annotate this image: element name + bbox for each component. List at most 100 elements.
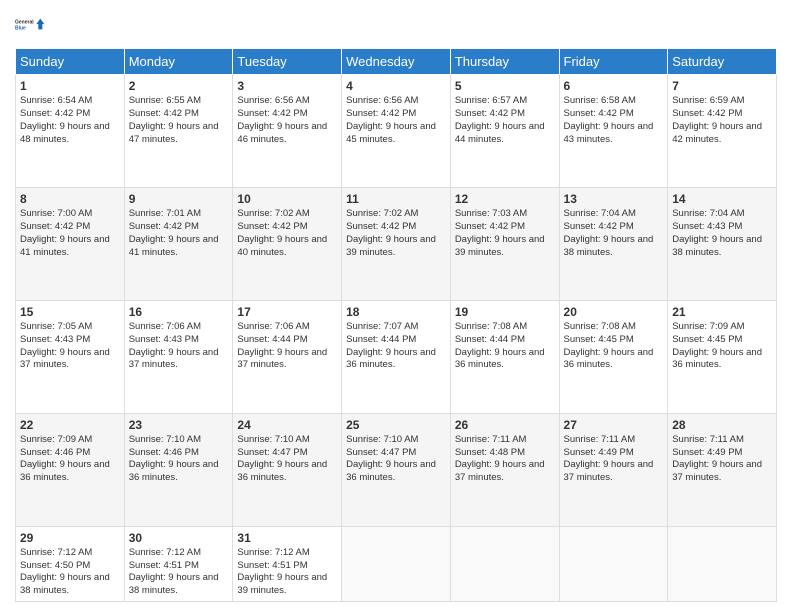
sunset-text: Sunset: 4:42 PM	[237, 108, 307, 119]
day-header-thursday: Thursday	[450, 49, 559, 75]
daylight-text: Daylight: 9 hours and 48 minutes.	[20, 121, 110, 145]
day-number: 30	[129, 530, 229, 546]
sunset-text: Sunset: 4:46 PM	[20, 447, 90, 458]
calendar-cell: 23Sunrise: 7:10 AMSunset: 4:46 PMDayligh…	[124, 413, 233, 526]
day-number: 27	[564, 417, 664, 433]
day-header-monday: Monday	[124, 49, 233, 75]
day-number: 25	[346, 417, 446, 433]
sunrise-text: Sunrise: 7:01 AM	[129, 208, 201, 219]
calendar-cell: 7Sunrise: 6:59 AMSunset: 4:42 PMDaylight…	[668, 75, 777, 188]
sunset-text: Sunset: 4:43 PM	[129, 334, 199, 345]
day-number: 11	[346, 191, 446, 207]
header-row: SundayMondayTuesdayWednesdayThursdayFrid…	[16, 49, 777, 75]
day-header-wednesday: Wednesday	[342, 49, 451, 75]
daylight-text: Daylight: 9 hours and 46 minutes.	[237, 121, 327, 145]
day-number: 23	[129, 417, 229, 433]
sunrise-text: Sunrise: 7:09 AM	[20, 434, 92, 445]
calendar-cell: 3Sunrise: 6:56 AMSunset: 4:42 PMDaylight…	[233, 75, 342, 188]
calendar-cell: 15Sunrise: 7:05 AMSunset: 4:43 PMDayligh…	[16, 300, 125, 413]
sunrise-text: Sunrise: 6:58 AM	[564, 95, 636, 106]
sunset-text: Sunset: 4:42 PM	[346, 108, 416, 119]
day-header-saturday: Saturday	[668, 49, 777, 75]
week-row-5: 29Sunrise: 7:12 AMSunset: 4:50 PMDayligh…	[16, 526, 777, 601]
daylight-text: Daylight: 9 hours and 39 minutes.	[455, 234, 545, 258]
week-row-1: 1Sunrise: 6:54 AM Sunset: 4:42 PM Daylight…	[16, 75, 777, 188]
sunset-text: Sunset: 4:42 PM	[129, 108, 199, 119]
sunset-text: Sunset: 4:42 PM	[20, 108, 90, 119]
calendar-cell: 4Sunrise: 6:56 AMSunset: 4:42 PMDaylight…	[342, 75, 451, 188]
daylight-text: Daylight: 9 hours and 38 minutes.	[20, 572, 110, 596]
sunrise-text: Sunrise: 7:11 AM	[455, 434, 527, 445]
calendar-cell	[450, 526, 559, 601]
calendar-cell: 16Sunrise: 7:06 AMSunset: 4:43 PMDayligh…	[124, 300, 233, 413]
sunrise-text: Sunrise: 7:11 AM	[672, 434, 744, 445]
sunset-text: Sunset: 4:42 PM	[20, 221, 90, 232]
calendar-cell: 6Sunrise: 6:58 AMSunset: 4:42 PMDaylight…	[559, 75, 668, 188]
day-number: 24	[237, 417, 337, 433]
calendar-cell: 28Sunrise: 7:11 AMSunset: 4:49 PMDayligh…	[668, 413, 777, 526]
calendar-cell: 24Sunrise: 7:10 AMSunset: 4:47 PMDayligh…	[233, 413, 342, 526]
daylight-text: Daylight: 9 hours and 37 minutes.	[129, 347, 219, 371]
sunset-text: Sunset: 4:45 PM	[672, 334, 742, 345]
day-number: 28	[672, 417, 772, 433]
daylight-text: Daylight: 9 hours and 36 minutes.	[129, 459, 219, 483]
daylight-text: Daylight: 9 hours and 38 minutes.	[129, 572, 219, 596]
calendar-table: SundayMondayTuesdayWednesdayThursdayFrid…	[15, 48, 777, 602]
calendar-cell: 22Sunrise: 7:09 AMSunset: 4:46 PMDayligh…	[16, 413, 125, 526]
sunrise-text: Sunrise: 7:03 AM	[455, 208, 527, 219]
daylight-text: Daylight: 9 hours and 37 minutes.	[672, 459, 762, 483]
sunset-text: Sunset: 4:50 PM	[20, 560, 90, 571]
sunrise-text: Sunrise: 7:12 AM	[129, 547, 201, 558]
sunrise-text: Sunrise: 7:12 AM	[20, 547, 92, 558]
calendar-cell: 17Sunrise: 7:06 AMSunset: 4:44 PMDayligh…	[233, 300, 342, 413]
calendar-cell	[342, 526, 451, 601]
daylight-text: Daylight: 9 hours and 36 minutes.	[237, 459, 327, 483]
daylight-text: Daylight: 9 hours and 37 minutes.	[564, 459, 654, 483]
sunset-text: Sunset: 4:47 PM	[346, 447, 416, 458]
daylight-text: Daylight: 9 hours and 39 minutes.	[237, 572, 327, 596]
calendar-container: General Blue SundayMondayTuesdayWednesda…	[0, 0, 792, 612]
day-number: 10	[237, 191, 337, 207]
sunrise-text: Sunrise: 6:54 AM	[20, 95, 92, 106]
daylight-text: Daylight: 9 hours and 39 minutes.	[346, 234, 436, 258]
sunrise-text: Sunrise: 7:02 AM	[346, 208, 418, 219]
day-number: 18	[346, 304, 446, 320]
day-number: 31	[237, 530, 337, 546]
sunrise-text: Sunrise: 7:04 AM	[564, 208, 636, 219]
calendar-cell: 13Sunrise: 7:04 AMSunset: 4:42 PMDayligh…	[559, 187, 668, 300]
calendar-cell: 19Sunrise: 7:08 AMSunset: 4:44 PMDayligh…	[450, 300, 559, 413]
daylight-text: Daylight: 9 hours and 41 minutes.	[129, 234, 219, 258]
sunrise-text: Sunrise: 7:06 AM	[237, 321, 309, 332]
week-row-2: 8Sunrise: 7:00 AMSunset: 4:42 PMDaylight…	[16, 187, 777, 300]
sunset-text: Sunset: 4:51 PM	[237, 560, 307, 571]
daylight-text: Daylight: 9 hours and 37 minutes.	[20, 347, 110, 371]
sunrise-text: Sunrise: 7:02 AM	[237, 208, 309, 219]
sunrise-text: Sunrise: 7:05 AM	[20, 321, 92, 332]
week-row-4: 22Sunrise: 7:09 AM Sunset: 4:46 PM Dayligh…	[16, 413, 777, 526]
calendar-cell: 31Sunrise: 7:12 AMSunset: 4:51 PMDayligh…	[233, 526, 342, 601]
day-number: 1	[20, 78, 120, 94]
daylight-text: Daylight: 9 hours and 37 minutes.	[237, 347, 327, 371]
calendar-cell	[559, 526, 668, 601]
sunrise-text: Sunrise: 6:57 AM	[455, 95, 527, 106]
daylight-text: Daylight: 9 hours and 41 minutes.	[20, 234, 110, 258]
calendar-cell: 27Sunrise: 7:11 AMSunset: 4:49 PMDayligh…	[559, 413, 668, 526]
day-number: 3	[237, 78, 337, 94]
sunrise-text: Sunrise: 7:10 AM	[129, 434, 201, 445]
daylight-text: Daylight: 9 hours and 44 minutes.	[455, 121, 545, 145]
sunset-text: Sunset: 4:48 PM	[455, 447, 525, 458]
calendar-cell: 11Sunrise: 7:02 AMSunset: 4:42 PMDayligh…	[342, 187, 451, 300]
sunset-text: Sunset: 4:47 PM	[237, 447, 307, 458]
calendar-cell: 2Sunrise: 6:55 AMSunset: 4:42 PMDaylight…	[124, 75, 233, 188]
day-number: 7	[672, 78, 772, 94]
logo: General Blue	[15, 10, 47, 40]
calendar-cell: 8Sunrise: 7:00 AMSunset: 4:42 PMDaylight…	[16, 187, 125, 300]
daylight-text: Daylight: 9 hours and 37 minutes.	[455, 459, 545, 483]
calendar-cell: 5Sunrise: 6:57 AMSunset: 4:42 PMDaylight…	[450, 75, 559, 188]
day-header-tuesday: Tuesday	[233, 49, 342, 75]
logo-icon: General Blue	[15, 10, 45, 40]
calendar-cell: 26Sunrise: 7:11 AMSunset: 4:48 PMDayligh…	[450, 413, 559, 526]
day-number: 14	[672, 191, 772, 207]
day-number: 22	[20, 417, 120, 433]
day-number: 19	[455, 304, 555, 320]
